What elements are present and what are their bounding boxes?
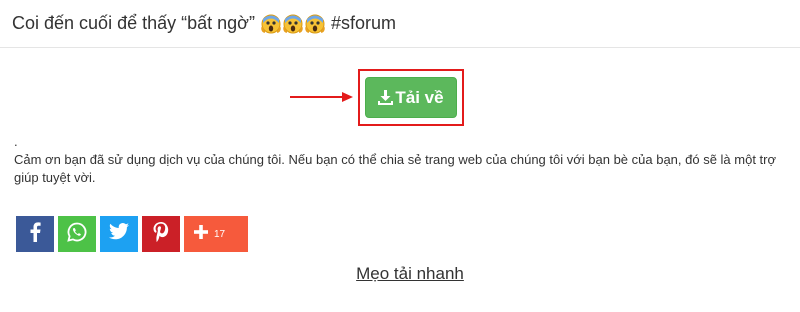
download-button[interactable]: Tải về bbox=[365, 77, 457, 118]
share-whatsapp-button[interactable] bbox=[58, 216, 96, 252]
header-title-row: Coi đến cuối để thấy “bất ngờ” #sforum bbox=[12, 13, 396, 34]
share-twitter-button[interactable] bbox=[100, 216, 138, 252]
share-facebook-button[interactable] bbox=[16, 216, 54, 252]
download-icon bbox=[378, 90, 394, 105]
pinterest-icon bbox=[153, 221, 169, 247]
share-buttons-row: 17 bbox=[16, 216, 252, 252]
screaming-face-emoji-icon bbox=[305, 14, 325, 34]
share-more-button[interactable]: 17 bbox=[184, 216, 248, 252]
share-pinterest-button[interactable] bbox=[142, 216, 180, 252]
dot-text: . bbox=[14, 134, 18, 149]
fast-download-tips-link[interactable]: Mẹo tải nhanh bbox=[0, 264, 800, 284]
facebook-icon bbox=[29, 221, 41, 247]
hashtag-label: #sforum bbox=[330, 13, 396, 33]
plus-icon bbox=[194, 224, 208, 244]
download-highlight-box: Tải về bbox=[358, 69, 464, 126]
whatsapp-icon bbox=[67, 222, 87, 247]
modal-header: Coi đến cuối để thấy “bất ngờ” #sforum bbox=[0, 0, 800, 48]
page-title: Coi đến cuối để thấy “bất ngờ” bbox=[12, 13, 255, 33]
screaming-face-emoji-icon bbox=[261, 14, 281, 34]
share-count: 17 bbox=[214, 228, 226, 240]
screaming-face-emoji-icon bbox=[283, 14, 303, 34]
download-button-label: Tải về bbox=[395, 87, 444, 107]
thanks-message: Cảm ơn bạn đã sử dụng dịch vụ của chúng … bbox=[14, 152, 777, 185]
twitter-icon bbox=[109, 223, 129, 245]
red-arrow-icon bbox=[290, 92, 353, 102]
